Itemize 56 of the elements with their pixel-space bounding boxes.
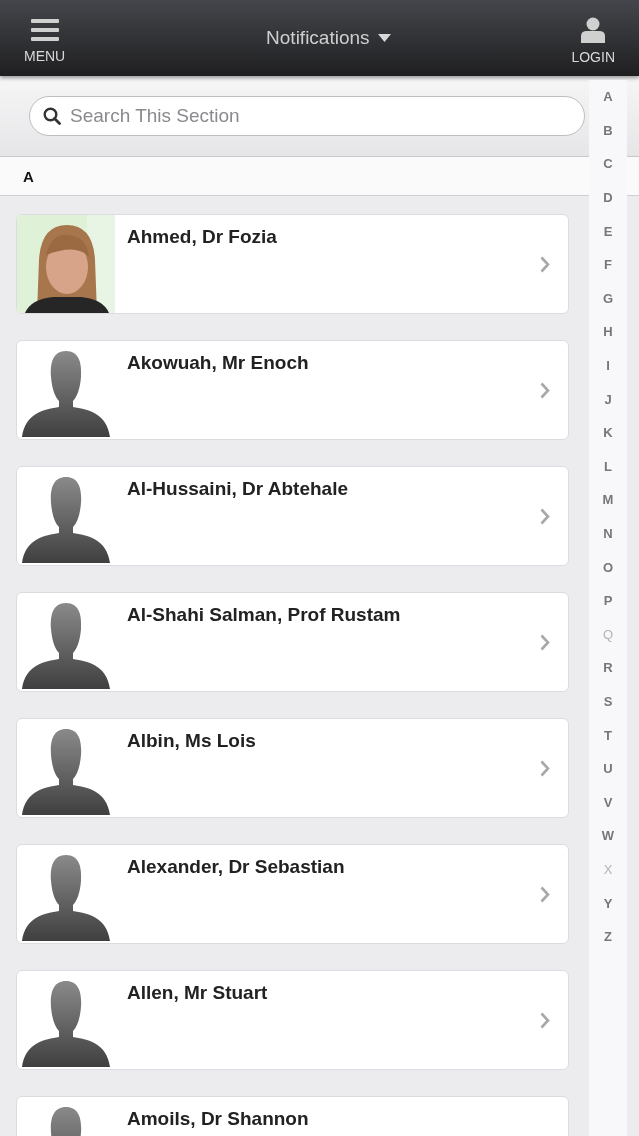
index-letter[interactable]: G bbox=[602, 281, 614, 316]
menu-button[interactable]: MENU bbox=[24, 12, 66, 64]
index-letter[interactable]: J bbox=[604, 382, 612, 416]
index-letter[interactable]: Y bbox=[603, 886, 613, 920]
person-card[interactable]: Al-Hussaini, Dr Abtehale bbox=[16, 466, 569, 566]
index-letter[interactable]: C bbox=[603, 147, 613, 181]
person-card[interactable]: Al-Shahi Salman, Prof Rustam bbox=[16, 592, 569, 692]
index-letter[interactable]: O bbox=[602, 550, 614, 584]
person-card[interactable]: Allen, Mr Stuart bbox=[16, 970, 569, 1070]
user-icon bbox=[581, 17, 606, 43]
index-letter[interactable]: T bbox=[604, 718, 612, 752]
chevron-icon bbox=[540, 633, 550, 651]
person-name: Amoils, Dr Shannon bbox=[126, 1107, 310, 1131]
index-letter[interactable]: N bbox=[603, 516, 613, 551]
chevron-icon bbox=[540, 759, 550, 777]
person-name: Alexander, Dr Sebastian bbox=[126, 855, 346, 879]
index-letter[interactable]: R bbox=[603, 651, 613, 685]
person-card[interactable]: Amoils, Dr Shannon bbox=[16, 1096, 569, 1136]
index-letter[interactable]: U bbox=[603, 751, 613, 786]
search-icon bbox=[43, 107, 61, 125]
index-letter[interactable]: I bbox=[606, 348, 610, 383]
chevron-icon bbox=[540, 381, 550, 399]
section-letter: A bbox=[23, 167, 34, 185]
index-letter[interactable]: S bbox=[603, 684, 613, 719]
index-letter[interactable]: P bbox=[603, 583, 613, 618]
person-name: Al-Hussaini, Dr Abtehale bbox=[126, 477, 349, 501]
index-letter[interactable]: H bbox=[603, 315, 613, 349]
index-letter[interactable]: A bbox=[603, 80, 613, 114]
index-letter[interactable]: W bbox=[601, 819, 615, 853]
chevron-icon bbox=[540, 507, 550, 525]
person-card[interactable]: Ahmed, Dr Fozia bbox=[16, 214, 569, 314]
index-letter[interactable]: M bbox=[602, 483, 614, 517]
index-letter[interactable]: D bbox=[603, 180, 613, 215]
person-card[interactable]: Akowuah, Mr Enoch bbox=[16, 340, 569, 440]
caret-icon bbox=[377, 34, 391, 42]
person-card[interactable]: Albin, Ms Lois bbox=[16, 718, 569, 818]
index-letter[interactable]: L bbox=[604, 449, 612, 484]
person-name: Al-Shahi Salman, Prof Rustam bbox=[126, 603, 402, 627]
person-card[interactable]: Alexander, Dr Sebastian bbox=[16, 844, 569, 944]
menu-icon bbox=[30, 18, 59, 42]
search-field[interactable]: Search This Section bbox=[29, 96, 585, 136]
index-letter[interactable]: E bbox=[603, 214, 613, 248]
index-letter[interactable]: K bbox=[603, 415, 613, 450]
person-name: Akowuah, Mr Enoch bbox=[126, 351, 310, 375]
person-name: Ahmed, Dr Fozia bbox=[126, 225, 278, 249]
chevron-icon bbox=[540, 1011, 550, 1029]
person-name: Allen, Mr Stuart bbox=[126, 981, 269, 1005]
login-button[interactable]: LOGIN bbox=[571, 11, 615, 65]
notifications-dropdown[interactable]: Notifications bbox=[266, 27, 391, 49]
index-letter[interactable]: B bbox=[603, 113, 613, 148]
person-name: Albin, Ms Lois bbox=[126, 729, 257, 753]
index-letter[interactable]: Z bbox=[604, 919, 612, 954]
index-letter[interactable]: F bbox=[604, 247, 612, 282]
chevron-icon bbox=[540, 255, 550, 273]
chevron-icon bbox=[540, 885, 550, 903]
index-letter[interactable]: V bbox=[603, 785, 613, 820]
